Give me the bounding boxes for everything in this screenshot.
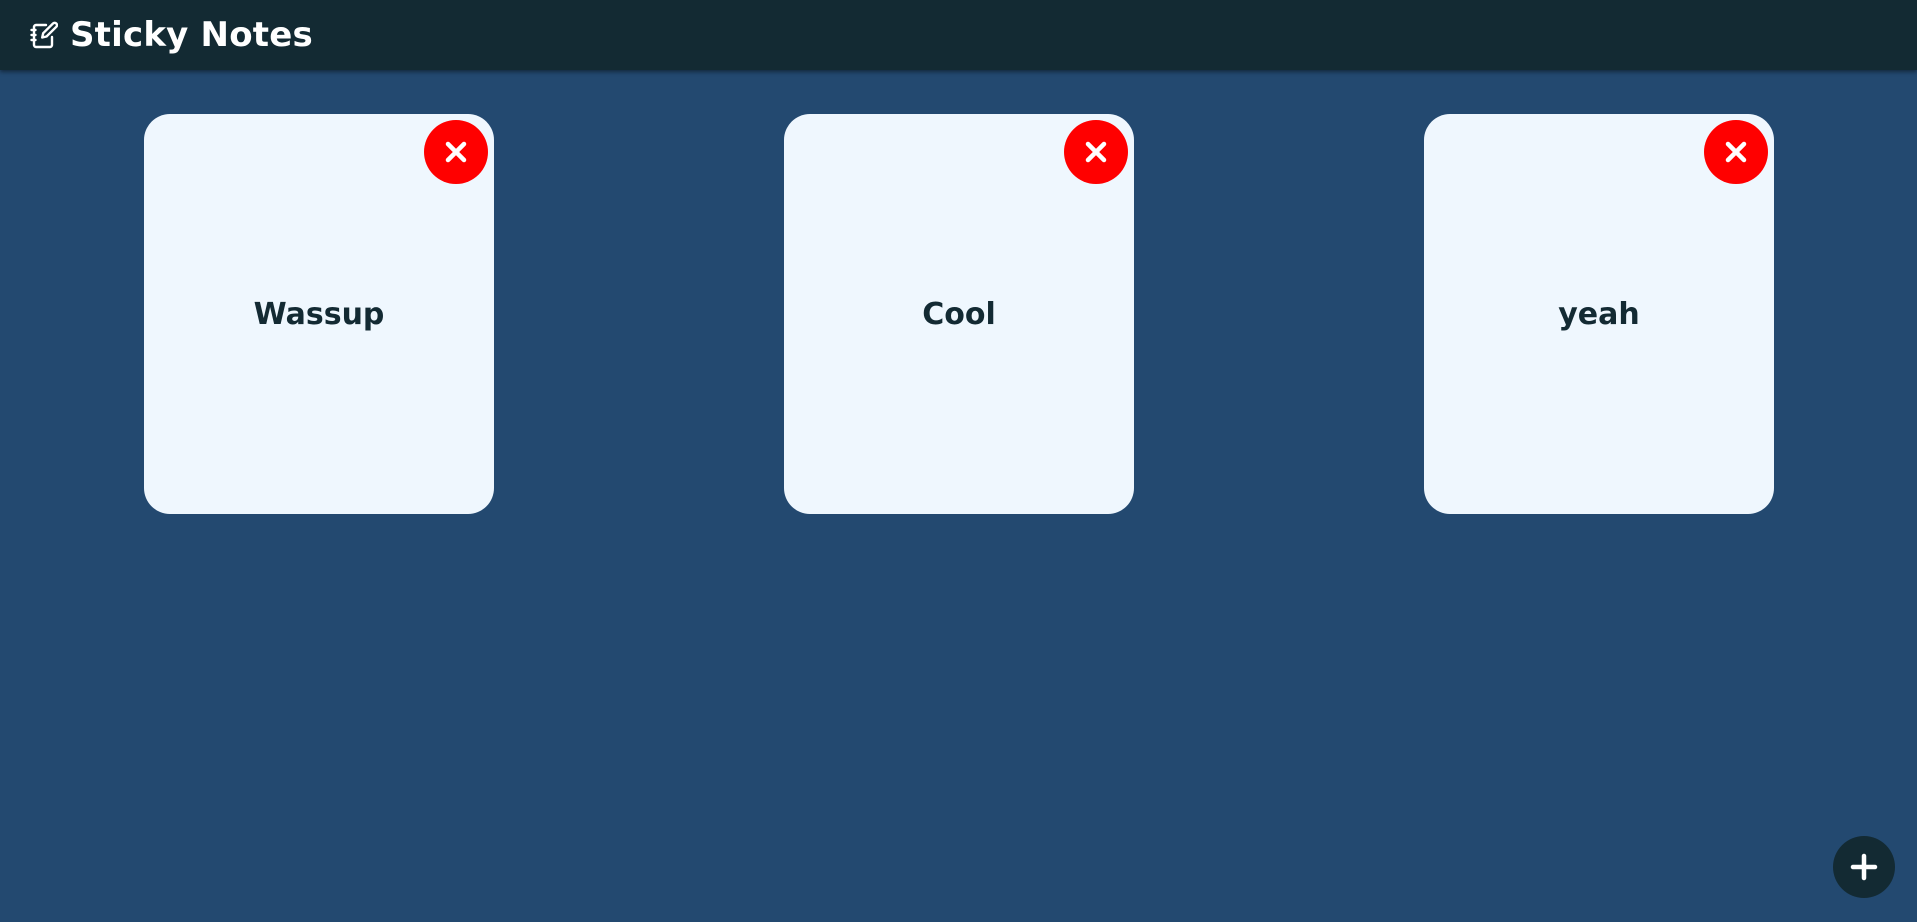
notebook-pen-icon [28, 19, 60, 51]
delete-note-button[interactable] [1064, 120, 1128, 184]
add-note-button[interactable] [1833, 836, 1895, 898]
delete-note-button[interactable] [424, 120, 488, 184]
app-header: Sticky Notes [0, 0, 1917, 70]
sticky-note[interactable]: yeah [1424, 114, 1774, 514]
close-icon [1725, 141, 1747, 163]
close-icon [1085, 141, 1107, 163]
note-text[interactable]: Cool [922, 297, 996, 332]
notes-board: Wassup Cool yeah [0, 70, 1917, 922]
delete-note-button[interactable] [1704, 120, 1768, 184]
note-text[interactable]: Wassup [254, 297, 385, 332]
note-text[interactable]: yeah [1558, 297, 1640, 332]
app-title: Sticky Notes [70, 15, 313, 55]
sticky-note[interactable]: Cool [784, 114, 1134, 514]
plus-icon [1850, 853, 1878, 881]
close-icon [445, 141, 467, 163]
sticky-note[interactable]: Wassup [144, 114, 494, 514]
